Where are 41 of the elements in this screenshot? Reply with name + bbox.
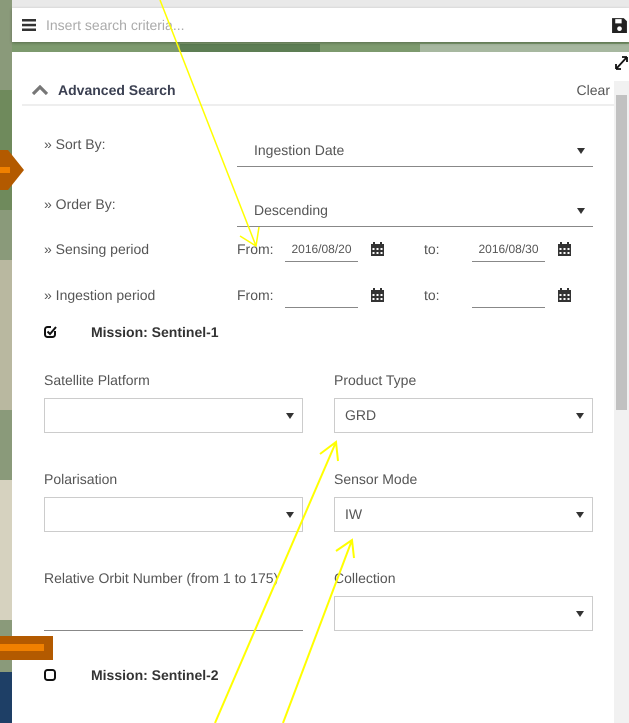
save-icon[interactable] bbox=[611, 16, 628, 34]
caret-icon[interactable] bbox=[576, 412, 584, 418]
calendar-icon[interactable] bbox=[558, 242, 571, 256]
field-label: Product Type bbox=[334, 371, 418, 390]
section-title: Advanced Search bbox=[58, 80, 176, 100]
field-label: to: bbox=[424, 286, 441, 304]
calendar-icon[interactable] bbox=[558, 288, 571, 302]
dropdown[interactable]: IW bbox=[334, 497, 593, 532]
caret-icon[interactable] bbox=[576, 512, 584, 518]
field-label: » Sensing period bbox=[44, 240, 150, 259]
map-marker bbox=[0, 636, 53, 660]
caret-icon[interactable] bbox=[576, 610, 584, 616]
expand-icon[interactable] bbox=[614, 55, 629, 71]
checkbox[interactable] bbox=[44, 668, 57, 682]
caret-icon[interactable] bbox=[577, 148, 585, 154]
field-label: From: bbox=[237, 240, 275, 258]
caret-icon[interactable] bbox=[577, 208, 585, 214]
field-label: » Ingestion period bbox=[44, 286, 156, 305]
menu-icon[interactable] bbox=[22, 19, 36, 31]
calendar-icon[interactable] bbox=[371, 288, 384, 302]
calendar-icon[interactable] bbox=[371, 242, 384, 256]
field-label: Polarisation bbox=[44, 470, 118, 489]
mission-label: Mission: Sentinel-1 bbox=[91, 322, 219, 342]
date-field[interactable]: 2016/08/20 bbox=[285, 236, 358, 262]
mission-label: Mission: Sentinel-2 bbox=[91, 666, 219, 684]
chevron-up-icon[interactable] bbox=[32, 85, 48, 95]
field-label: Satellite Platform bbox=[44, 371, 151, 390]
field-label: to: bbox=[424, 240, 441, 258]
dropdown[interactable]: Descending bbox=[237, 195, 593, 227]
date-field[interactable]: 2016/08/30 bbox=[472, 236, 545, 262]
checkbox[interactable] bbox=[44, 326, 57, 338]
dropdown[interactable]: Ingestion Date bbox=[237, 135, 593, 167]
field-label: » Sort By: bbox=[44, 135, 106, 154]
caret-icon[interactable] bbox=[286, 412, 294, 418]
map-marker bbox=[0, 150, 24, 190]
caret-icon[interactable] bbox=[286, 512, 294, 518]
clear-link[interactable]: Clear bbox=[576, 80, 610, 100]
dropdown[interactable]: GRD bbox=[334, 398, 593, 433]
field-label: Sensor Mode bbox=[334, 470, 418, 489]
field-label: » Order By: bbox=[44, 195, 117, 214]
field-label: From: bbox=[237, 286, 275, 304]
